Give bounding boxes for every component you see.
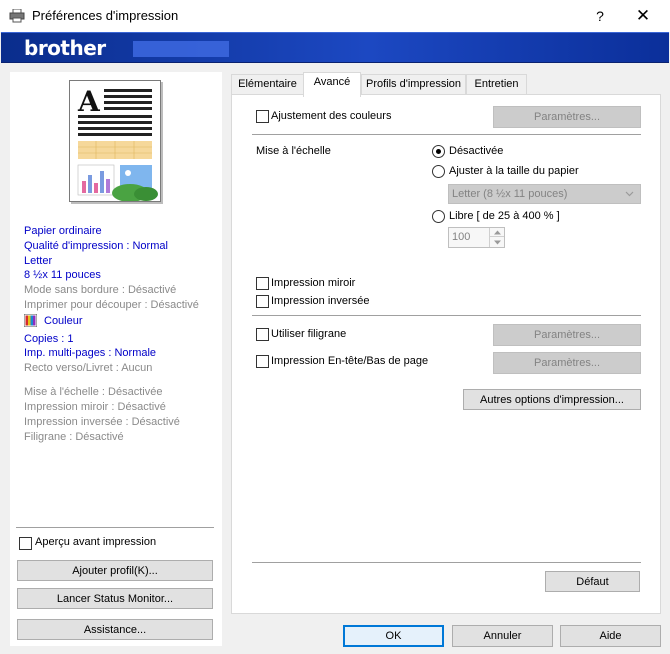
brother-logo: brother [24, 36, 106, 60]
printer-icon [9, 9, 25, 23]
scaling-off-label: Désactivée [449, 145, 504, 157]
support-button[interactable]: Assistance... [17, 619, 213, 640]
summary-watermark: Filigrane : Désactivé [24, 431, 124, 443]
summary-duplex: Recto verso/Livret : Aucun [24, 362, 153, 374]
tab-maintenance[interactable]: Entretien [466, 74, 527, 95]
header-footer-checkbox[interactable] [256, 355, 269, 368]
scaling-percent-value: 100 [452, 231, 471, 243]
tab-print-profiles[interactable]: Profils d'impression [361, 74, 466, 95]
model-name-redacted [133, 41, 229, 57]
header-footer-settings-button[interactable]: Paramètres... [493, 352, 641, 374]
watermark-label: Utiliser filigrane [271, 328, 347, 340]
scaling-percent-stepper[interactable]: 100 [448, 227, 505, 248]
scaling-label: Mise à l'échelle [256, 145, 331, 157]
stepper-down[interactable] [489, 237, 504, 247]
summary-borderless: Mode sans bordure : Désactivé [24, 284, 177, 296]
fit-paper-size-select[interactable]: Letter (8 ½x 11 pouces) [448, 184, 641, 204]
chevron-down-icon [494, 240, 501, 245]
close-icon[interactable]: ✕ [628, 4, 658, 28]
reverse-print-checkbox[interactable] [256, 295, 269, 308]
summary-paper-size: 8 ½x 11 pouces [24, 269, 101, 281]
scaling-free-radio[interactable] [432, 210, 445, 223]
summary-color: Couleur [44, 315, 83, 327]
color-mode-icon [24, 314, 37, 327]
title-bar: Préférences d'impression ? ✕ [0, 0, 670, 32]
window-title: Préférences d'impression [32, 8, 179, 23]
other-print-options-button[interactable]: Autres options d'impression... [463, 389, 641, 410]
scaling-free-label: Libre [ de 25 à 400 % ] [449, 210, 560, 222]
cancel-button[interactable]: Annuler [452, 625, 553, 647]
brand-banner: brother [1, 32, 669, 63]
color-adjust-checkbox[interactable] [256, 110, 269, 123]
ok-button[interactable]: OK [343, 625, 444, 647]
header-footer-label: Impression En-tête/Bas de page [271, 355, 429, 367]
chevron-down-icon [625, 191, 634, 197]
summary-scaling: Mise à l'échelle : Désactivée [24, 386, 163, 398]
mirror-print-label: Impression miroir [271, 277, 356, 289]
tab-advanced[interactable]: Avancé [303, 72, 361, 97]
mirror-print-checkbox[interactable] [256, 277, 269, 290]
summary-quality: Qualité d'impression : Normal [24, 240, 168, 252]
page-preview: A [69, 80, 161, 202]
help-button[interactable]: Aide [560, 625, 661, 647]
default-button[interactable]: Défaut [545, 571, 640, 592]
summary-cut-print: Imprimer pour découper : Désactivé [24, 299, 199, 311]
print-preview-label: Aperçu avant impression [35, 536, 157, 548]
summary-media: Papier ordinaire [24, 225, 102, 237]
stepper-up[interactable] [489, 228, 504, 237]
watermark-settings-button[interactable]: Paramètres... [493, 324, 641, 346]
fit-paper-size-value: Letter (8 ½x 11 pouces) [452, 188, 568, 200]
summary-copies: Copies : 1 [24, 333, 74, 345]
scaling-fit-radio[interactable] [432, 165, 445, 178]
summary-mirror: Impression miroir : Désactivé [24, 401, 166, 413]
left-separator [16, 527, 214, 528]
watermark-checkbox[interactable] [256, 328, 269, 341]
scaling-fit-label: Ajuster à la taille du papier [449, 165, 579, 177]
reverse-print-label: Impression inversée [271, 295, 370, 307]
scaling-off-radio[interactable] [432, 145, 445, 158]
summary-multipage: Imp. multi-pages : Normale [24, 347, 157, 359]
separator-1 [252, 134, 641, 135]
summary-paper: Letter [24, 255, 53, 267]
color-adjust-label: Ajustement des couleurs [271, 110, 392, 122]
help-title-button[interactable]: ? [585, 4, 615, 28]
svg-text:A: A [77, 85, 101, 118]
tab-basic[interactable]: Elémentaire [231, 74, 304, 95]
status-monitor-button[interactable]: Lancer Status Monitor... [17, 588, 213, 609]
color-settings-button[interactable]: Paramètres... [493, 106, 641, 128]
print-preview-checkbox[interactable] [19, 537, 32, 550]
add-profile-button[interactable]: Ajouter profil(K)... [17, 560, 213, 581]
separator-2 [252, 315, 641, 316]
separator-3 [252, 562, 641, 563]
summary-reverse: Impression inversée : Désactivé [24, 416, 180, 428]
document-preview-icon: A [77, 85, 158, 202]
chevron-up-icon [494, 230, 501, 235]
